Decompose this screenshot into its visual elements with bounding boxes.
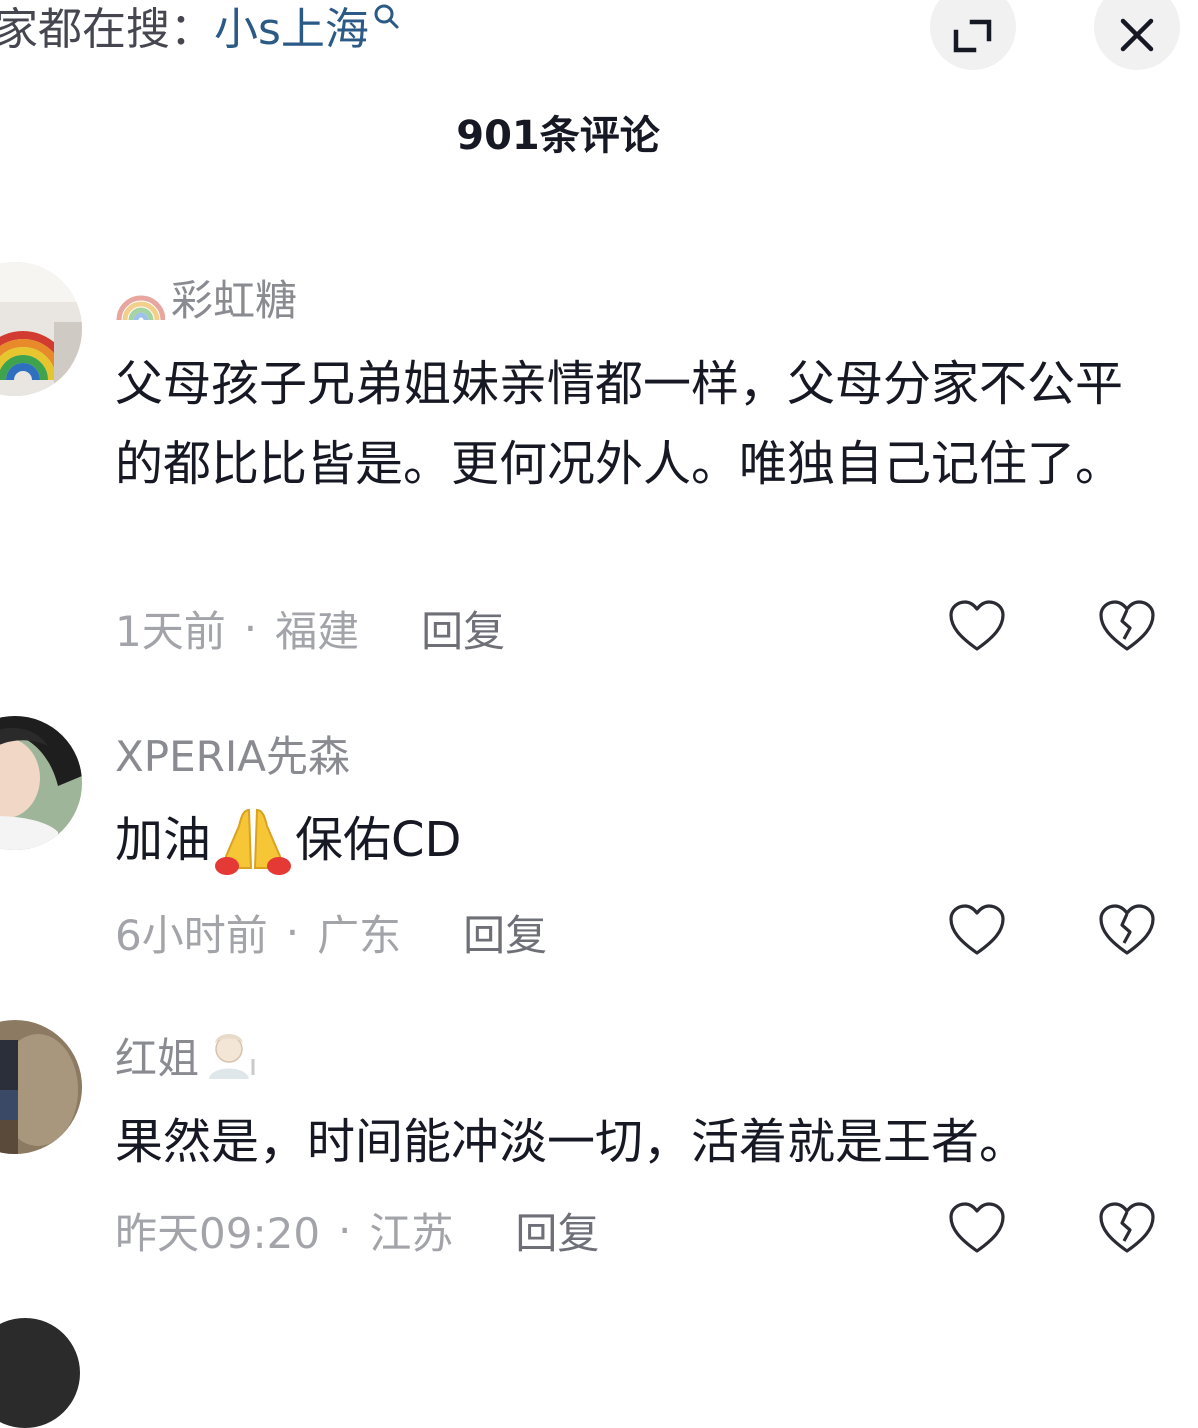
reply-button[interactable]: 回复 <box>515 1200 599 1261</box>
comment-username: 红姐 <box>115 1033 200 1083</box>
top-bar: 家都在搜： 小s上海 <box>0 0 1198 70</box>
comment-time: 6小时前 <box>115 910 268 960</box>
heart-outline-icon <box>949 600 1005 651</box>
comment-location: 江苏 <box>369 1208 454 1258</box>
comment-location: 福建 <box>275 606 360 656</box>
expand-icon <box>953 19 992 53</box>
comment-text: 父母孩子兄弟姐妹亲情都一样，父母分家不公平的都比比皆是。更何况外人。唯独自己记住… <box>115 356 1124 492</box>
dislike-button[interactable] <box>1097 1200 1157 1256</box>
comment-meta: 6小时前 · 广东 回复 <box>115 904 547 960</box>
like-button[interactable] <box>947 1200 1007 1256</box>
rainbow-emoji-icon <box>115 272 165 322</box>
trending-search-prefix: 家都在搜： <box>0 4 214 55</box>
comment-author[interactable]: XPERIA先森 <box>115 726 350 781</box>
meta-separator: · <box>243 603 258 653</box>
broken-heart-icon <box>1099 904 1155 955</box>
comment-time: 昨天09:20 <box>115 1208 321 1258</box>
broken-heart-icon <box>1099 600 1155 651</box>
praying-hands-emoji-icon <box>213 804 293 876</box>
meta-separator: · <box>285 907 300 957</box>
meta-separator: · <box>338 1205 352 1255</box>
comment-username: 彩虹糖 <box>171 275 298 325</box>
comment-time: 1天前 <box>115 606 226 656</box>
comment-author[interactable]: 彩虹糖 <box>115 270 297 325</box>
heart-outline-icon <box>949 904 1005 955</box>
reply-button[interactable]: 回复 <box>421 598 505 659</box>
heart-outline-icon <box>949 1202 1005 1253</box>
dislike-button[interactable] <box>1097 902 1157 958</box>
avatar[interactable] <box>0 716 82 850</box>
trending-search-hint[interactable]: 家都在搜： 小s上海 <box>0 0 401 60</box>
like-button[interactable] <box>947 598 1007 654</box>
avatar[interactable] <box>0 1318 80 1428</box>
comment-meta: 昨天09:20 · 江苏 回复 <box>115 1202 599 1258</box>
person-photo-image <box>0 716 82 850</box>
comments-count-title: 901条评论 <box>456 113 660 159</box>
rainbow-photo-image <box>0 262 82 396</box>
reply-button[interactable]: 回复 <box>463 902 547 963</box>
broken-heart-icon <box>1099 1202 1155 1253</box>
person-photo-image <box>0 1020 82 1154</box>
comment-author[interactable]: 红姐 <box>115 1028 259 1083</box>
like-button[interactable] <box>947 902 1007 958</box>
expand-button[interactable] <box>930 0 1016 70</box>
comment-meta: 1天前 · 福建 回复 <box>115 600 505 656</box>
trending-search-term[interactable]: 小s上海 <box>214 2 369 58</box>
person-emoji-icon <box>203 1029 259 1081</box>
close-icon <box>1120 18 1154 52</box>
avatar[interactable] <box>0 262 82 396</box>
comment-text: 果然是，时间能冲淡一切，活着就是王者。 <box>115 1114 1028 1170</box>
comment-username: XPERIA先森 <box>115 731 350 781</box>
close-button[interactable] <box>1094 0 1180 70</box>
comment-text: 加油 保佑CD <box>115 800 1125 880</box>
comment-location: 广东 <box>317 910 402 960</box>
avatar[interactable] <box>0 1020 82 1154</box>
comment-text-before: 加油 <box>115 812 212 868</box>
search-icon <box>374 4 399 29</box>
dislike-button[interactable] <box>1097 598 1157 654</box>
comment-text-after: 保佑CD <box>295 812 462 868</box>
